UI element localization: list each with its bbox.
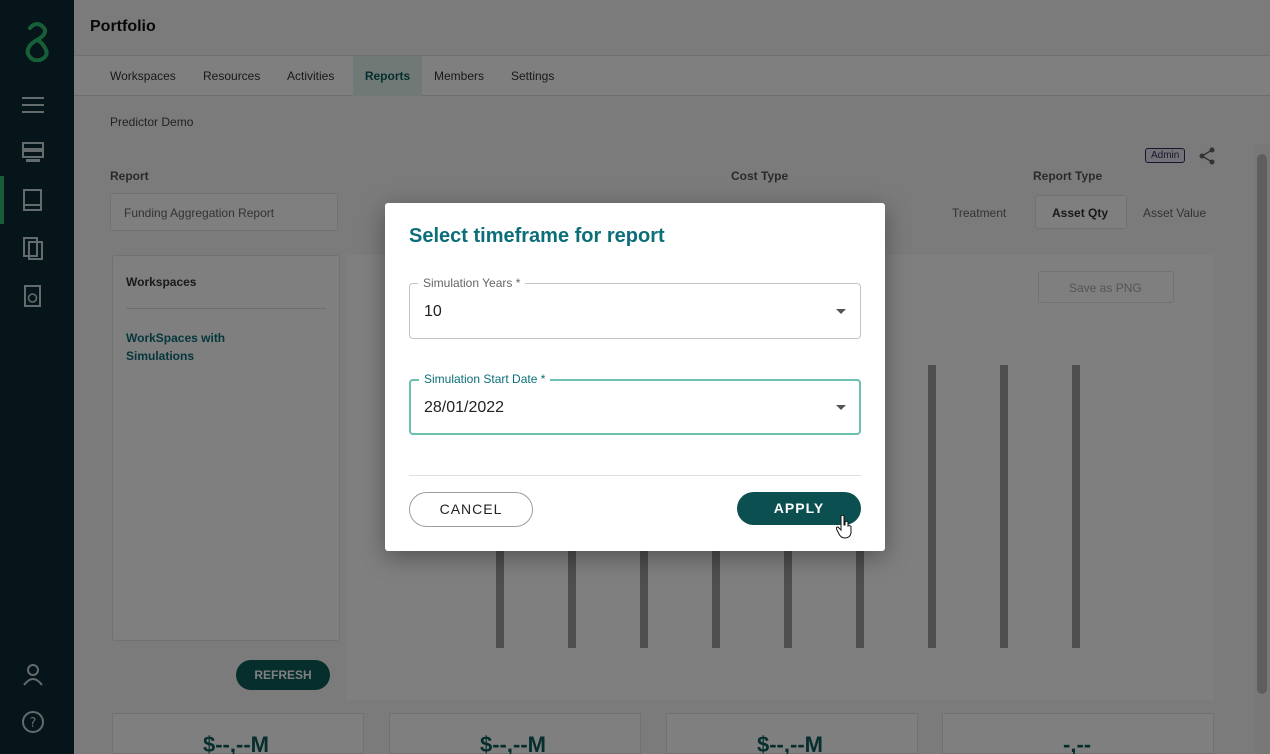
simulation-years-select[interactable]: Simulation Years * 10	[409, 276, 861, 339]
simulation-years-value: 10	[424, 303, 442, 320]
hand-cursor-icon	[836, 514, 852, 539]
cancel-button[interactable]: CANCEL	[409, 492, 533, 527]
dialog-divider	[409, 475, 861, 476]
simulation-start-date-select[interactable]: Simulation Start Date * 28/01/2022	[409, 372, 861, 435]
simulation-start-date-label: Simulation Start Date *	[419, 372, 551, 386]
timeframe-dialog: Select timeframe for report Simulation Y…	[385, 203, 885, 551]
dialog-title: Select timeframe for report	[409, 225, 665, 247]
simulation-years-label: Simulation Years *	[418, 276, 526, 290]
chevron-down-icon	[836, 309, 846, 314]
chevron-down-icon	[836, 405, 846, 410]
simulation-start-date-value: 28/01/2022	[424, 399, 505, 416]
